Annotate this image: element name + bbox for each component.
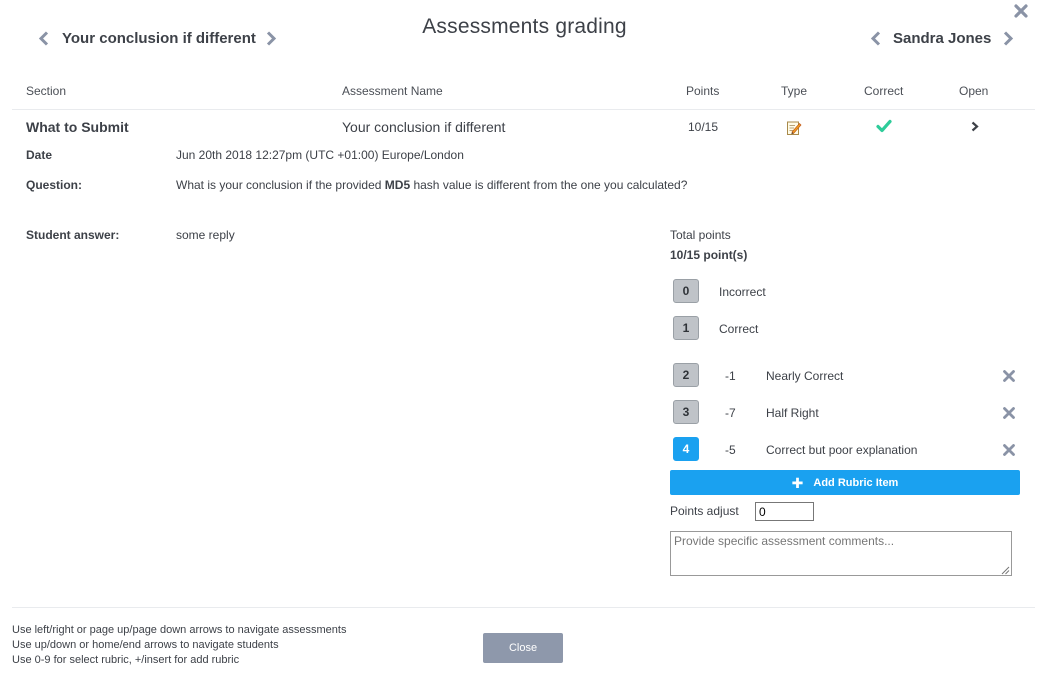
student-answer-value: some reply: [176, 228, 235, 242]
add-rubric-item-label: Add Rubric Item: [813, 476, 899, 489]
points-adjust-label: Points adjust: [670, 504, 739, 518]
question-text-part: What is your conclusion if the provided: [176, 178, 385, 192]
rubric-label: Nearly Correct: [766, 369, 844, 383]
assessment-comment-field[interactable]: [670, 531, 1012, 576]
prev-student-button[interactable]: [869, 31, 881, 47]
student-answer-label: Student answer:: [26, 228, 120, 242]
chevron-left-icon: [38, 31, 48, 46]
help-line: Use left/right or page up/page down arro…: [12, 624, 347, 636]
close-dialog-button[interactable]: [1013, 3, 1029, 19]
question-text-part: hash value is different from the one you…: [410, 178, 688, 192]
student-nav-label: Sandra Jones: [893, 30, 992, 47]
plus-icon: ✚: [791, 474, 804, 491]
student-navigator: Sandra Jones: [869, 30, 1014, 47]
edit-note-icon: [786, 119, 802, 136]
rubric-label: Incorrect: [719, 285, 766, 299]
rubric-key-button[interactable]: 3: [673, 400, 699, 424]
column-header-type: Type: [781, 84, 808, 98]
close-icon: [1014, 4, 1028, 18]
chevron-right-icon: [267, 31, 277, 46]
delete-rubric-button[interactable]: [1002, 369, 1016, 383]
row-points: 10/15: [688, 120, 719, 134]
total-points-value: 10/15 point(s): [670, 248, 748, 262]
header-divider: [12, 109, 1035, 110]
column-header-points: Points: [686, 84, 720, 98]
column-header-open: Open: [959, 84, 989, 98]
question-text-emphasis: MD5: [384, 178, 411, 192]
question-text: What is your conclusion if the provided …: [176, 178, 687, 192]
rubric-label: Half Right: [766, 406, 819, 420]
rubric-label: Correct but poor explanation: [766, 443, 918, 457]
rubric-key-button[interactable]: 1: [673, 316, 699, 340]
close-button[interactable]: Close: [483, 633, 563, 663]
open-assessment-button[interactable]: [970, 121, 980, 132]
delete-rubric-button[interactable]: [1002, 443, 1016, 457]
rubric-key-button[interactable]: 2: [673, 363, 699, 387]
footer-divider: [12, 607, 1035, 608]
column-header-correct: Correct: [864, 84, 904, 98]
next-assessment-button[interactable]: [266, 31, 278, 47]
delete-rubric-button[interactable]: [1002, 406, 1016, 420]
chevron-right-icon: [1003, 31, 1013, 46]
date-label: Date: [26, 148, 53, 162]
keyboard-help: Use left/right or page up/page down arro…: [12, 623, 346, 668]
rubric-points: -7: [725, 406, 736, 420]
chevron-left-icon: [870, 31, 880, 46]
rubric-key-button-selected[interactable]: 4: [673, 437, 699, 461]
help-line: Use 0-9 for select rubric, +/insert for …: [12, 654, 240, 666]
row-section: What to Submit: [26, 119, 129, 135]
points-adjust-input[interactable]: [755, 502, 814, 521]
chevron-right-icon: [971, 121, 979, 132]
row-assessment-name: Your conclusion if different: [342, 119, 506, 135]
prev-assessment-button[interactable]: [37, 31, 49, 47]
add-rubric-item-button[interactable]: ✚ Add Rubric Item: [670, 470, 1020, 495]
date-value: Jun 20th 2018 12:27pm (UTC +01:00) Europ…: [176, 148, 464, 162]
next-student-button[interactable]: [1002, 31, 1014, 47]
question-label: Question:: [26, 178, 82, 192]
rubric-points: -5: [725, 443, 736, 457]
total-points-label: Total points: [670, 228, 731, 242]
rubric-label: Correct: [719, 322, 759, 336]
close-icon: [1003, 370, 1015, 382]
close-icon: [1003, 444, 1015, 456]
help-line: Use up/down or home/end arrows to naviga…: [12, 639, 279, 651]
assessment-nav-label: Your conclusion if different: [62, 30, 256, 47]
checkmark-icon: [876, 119, 892, 133]
resize-handle-icon[interactable]: [1000, 564, 1010, 575]
rubric-key-button[interactable]: 0: [673, 279, 699, 303]
close-icon: [1003, 407, 1015, 419]
column-header-assessment-name: Assessment Name: [342, 84, 443, 98]
assessment-navigator: Your conclusion if different: [37, 30, 278, 47]
column-header-section: Section: [26, 84, 67, 98]
rubric-points: -1: [725, 369, 736, 383]
